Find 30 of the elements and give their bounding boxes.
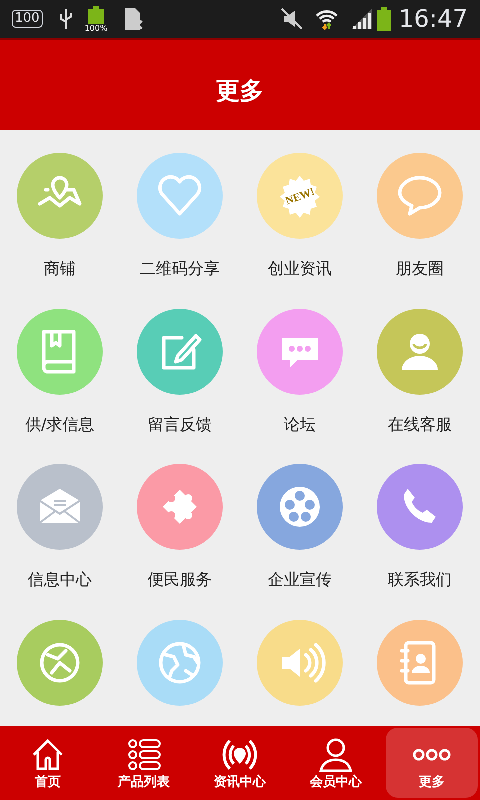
menu-label: 企业宣传 <box>268 570 332 590</box>
mute-icon <box>280 8 303 30</box>
menu-label: 在线客服 <box>388 414 452 434</box>
menu-label: 供/求信息 <box>25 414 95 434</box>
nav-tab[interactable]: 更多 <box>386 728 478 798</box>
menu-label: 商铺 <box>44 259 76 279</box>
menu-label: 留言反馈 <box>148 414 212 434</box>
battery-percent: 100% <box>84 24 108 32</box>
menu-label: 论坛 <box>284 414 316 434</box>
nav-tab[interactable]: 产品列表 <box>98 728 190 798</box>
clock: 16:47 <box>398 4 468 35</box>
wifi-icon <box>314 8 339 30</box>
nav-tab[interactable]: 资讯中心 <box>194 728 286 798</box>
storage-indicator: 100 <box>12 10 43 28</box>
menu-label: 创业资讯 <box>268 259 332 279</box>
nav-tab[interactable]: 首页 <box>2 728 94 798</box>
page-title: 更多 <box>216 76 264 107</box>
menu-label: 二维码分享 <box>140 259 220 279</box>
usb-icon <box>58 8 73 30</box>
nav-tab[interactable]: 会员中心 <box>290 728 382 798</box>
new-label: NEW! <box>284 186 316 208</box>
battery-icon <box>376 7 391 31</box>
menu-label: 便民服务 <box>148 570 212 590</box>
signal-icon <box>350 9 373 29</box>
menu-tile[interactable]: NEW! <box>257 153 343 239</box>
menu-label: 信息中心 <box>28 570 92 590</box>
menu-label: 联系我们 <box>388 570 452 590</box>
menu-label: 朋友圈 <box>396 259 444 279</box>
battery-icon <box>88 6 104 24</box>
sim-card-icon <box>124 7 144 31</box>
